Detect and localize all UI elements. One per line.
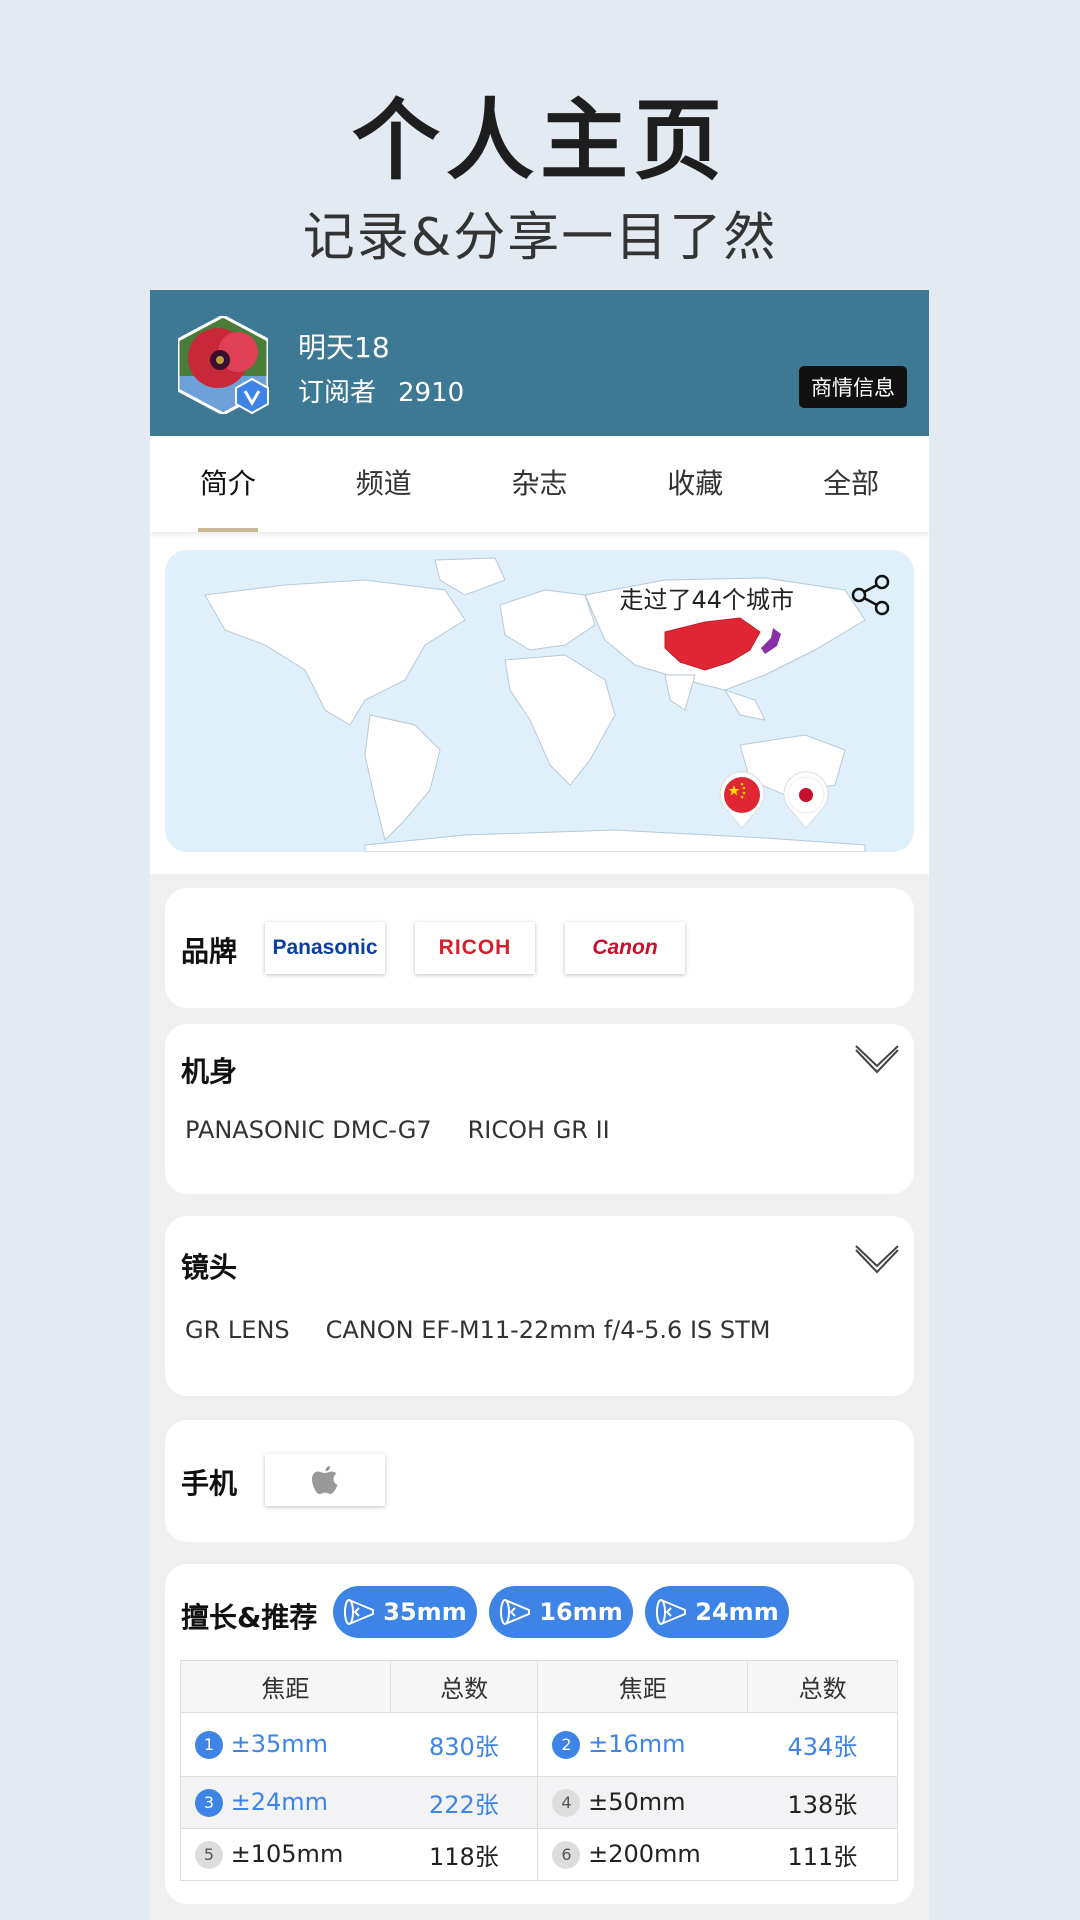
brand-ricoh[interactable]: RICOH (415, 922, 535, 974)
header-focal: 焦距 (537, 1660, 749, 1713)
brands-title: 品牌 (181, 935, 238, 968)
focal-cell[interactable]: 2 ±16mm (537, 1712, 748, 1777)
count-value: 138张 (747, 1776, 898, 1829)
focal-cone-icon (500, 1599, 531, 1625)
lenses-title: 镜头 (181, 1251, 238, 1284)
table-row: 5 ±105mm 118张 6 ±200mm 111张 (180, 1828, 898, 1881)
camera-bodies-card: 机身 PANASONIC DMC-G7 RICOH GR II (165, 1024, 914, 1194)
tab-intro[interactable]: 简介 (150, 436, 306, 532)
focal-value: ±200mm (588, 1840, 701, 1868)
count-value: 222张 (390, 1776, 539, 1829)
subscribers-count: 2910 (398, 378, 465, 408)
phone-screen: 明天18 订阅者 2910 商情信息 简介 频道 杂志 收藏 全部 走过了44个… (150, 290, 929, 1920)
rank-badge: 3 (195, 1789, 223, 1817)
body-item[interactable]: PANASONIC DMC-G7 (185, 1116, 432, 1144)
world-map[interactable]: 走过了44个城市 (165, 550, 914, 852)
hero-title: 个人主页 (351, 89, 728, 192)
phone-card: 手机 (165, 1420, 914, 1542)
lenses-card: 镜头 GR LENS CANON EF-M11-22mm f/4-5.6 IS S… (165, 1216, 914, 1396)
expertise-card: 擅长&推荐 35mm 16mm 24mm 焦距 总数 焦距 总数 1 ±35mm… (165, 1564, 914, 1904)
chevron-down-icon[interactable] (854, 1044, 900, 1076)
focal-pill[interactable]: 35mm (333, 1586, 477, 1638)
map-section: 走过了44个城市 (150, 532, 929, 874)
focal-cell[interactable]: 4 ±50mm (537, 1776, 748, 1829)
verified-v-icon (235, 378, 269, 414)
lens-item[interactable]: GR LENS (185, 1316, 290, 1344)
chevron-down-icon[interactable] (854, 1244, 900, 1276)
table-row: 1 ±35mm 830张 2 ±16mm 434张 (180, 1712, 898, 1777)
tab-favorites[interactable]: 收藏 (617, 436, 773, 532)
business-info-button[interactable]: 商情信息 (799, 366, 907, 408)
rank-badge: 2 (552, 1731, 581, 1759)
focal-cone-icon (656, 1599, 687, 1625)
username: 明天18 (298, 331, 390, 364)
focal-pill[interactable]: 16mm (489, 1586, 633, 1638)
focal-cell[interactable]: 6 ±200mm (537, 1828, 748, 1881)
bodies-list: PANASONIC DMC-G7 RICOH GR II (185, 1116, 646, 1144)
count-value: 434张 (747, 1712, 898, 1777)
focal-pill-label: 24mm (695, 1598, 779, 1626)
focal-cell[interactable]: 1 ±35mm (180, 1712, 391, 1777)
focal-pill-label: 16mm (539, 1598, 623, 1626)
rank-badge: 6 (552, 1841, 581, 1869)
focal-value: ±24mm (230, 1788, 329, 1816)
focal-value: ±50mm (588, 1788, 686, 1816)
focal-cell[interactable]: 5 ±105mm (180, 1828, 391, 1881)
brands-card: 品牌 Panasonic RICOH Canon (165, 888, 914, 1008)
phone-title: 手机 (181, 1467, 238, 1500)
rank-badge: 5 (195, 1841, 223, 1869)
header-total: 总数 (389, 1660, 539, 1713)
japan-flag-icon[interactable] (781, 770, 831, 830)
apple-icon[interactable] (265, 1454, 385, 1506)
subscribers: 订阅者 2910 (298, 372, 464, 409)
rank-badge: 4 (552, 1789, 581, 1817)
share-icon[interactable] (850, 574, 892, 616)
brand-canon[interactable]: Canon (565, 922, 685, 974)
profile-header: 明天18 订阅者 2910 商情信息 (150, 290, 929, 436)
tab-all[interactable]: 全部 (773, 436, 929, 532)
focal-pill[interactable]: 24mm (645, 1586, 789, 1638)
focal-cell[interactable]: 3 ±24mm (180, 1776, 391, 1829)
rank-badge: 1 (195, 1731, 223, 1759)
focal-value: ±35mm (230, 1730, 329, 1758)
focal-value: ±105mm (230, 1840, 344, 1868)
count-value: 830张 (390, 1712, 539, 1777)
tab-magazines[interactable]: 杂志 (462, 436, 618, 532)
china-flag-icon[interactable] (717, 770, 767, 830)
header-total: 总数 (747, 1660, 898, 1713)
count-value: 111张 (747, 1828, 898, 1881)
expertise-title: 擅长&推荐 (181, 1601, 318, 1634)
count-value: 118张 (390, 1828, 539, 1881)
hero-subtitle: 记录&分享一目了然 (302, 208, 778, 268)
focal-value: ±16mm (588, 1730, 686, 1758)
focal-pill-label: 35mm (383, 1598, 467, 1626)
table-row: 3 ±24mm 222张 4 ±50mm 138张 (180, 1776, 898, 1829)
tab-bar: 简介 频道 杂志 收藏 全部 (150, 436, 929, 532)
lens-item[interactable]: CANON EF-M11-22mm f/4-5.6 IS STM (326, 1316, 771, 1344)
subscribers-label: 订阅者 (298, 378, 377, 408)
tab-channels[interactable]: 频道 (306, 436, 462, 532)
focal-cone-icon (344, 1599, 375, 1625)
body-item[interactable]: RICOH GR II (468, 1116, 610, 1144)
header-focal: 焦距 (180, 1660, 391, 1713)
lenses-list: GR LENS CANON EF-M11-22mm f/4-5.6 IS STM (185, 1316, 807, 1344)
table-header-row: 焦距 总数 焦距 总数 (180, 1660, 898, 1713)
focal-length-table: 焦距 总数 焦距 总数 1 ±35mm 830张 2 ±16mm 434张 3 … (180, 1660, 898, 1881)
cities-visited-caption: 走过了44个城市 (619, 586, 794, 614)
bodies-title: 机身 (181, 1055, 238, 1088)
brand-panasonic[interactable]: Panasonic (265, 922, 385, 974)
